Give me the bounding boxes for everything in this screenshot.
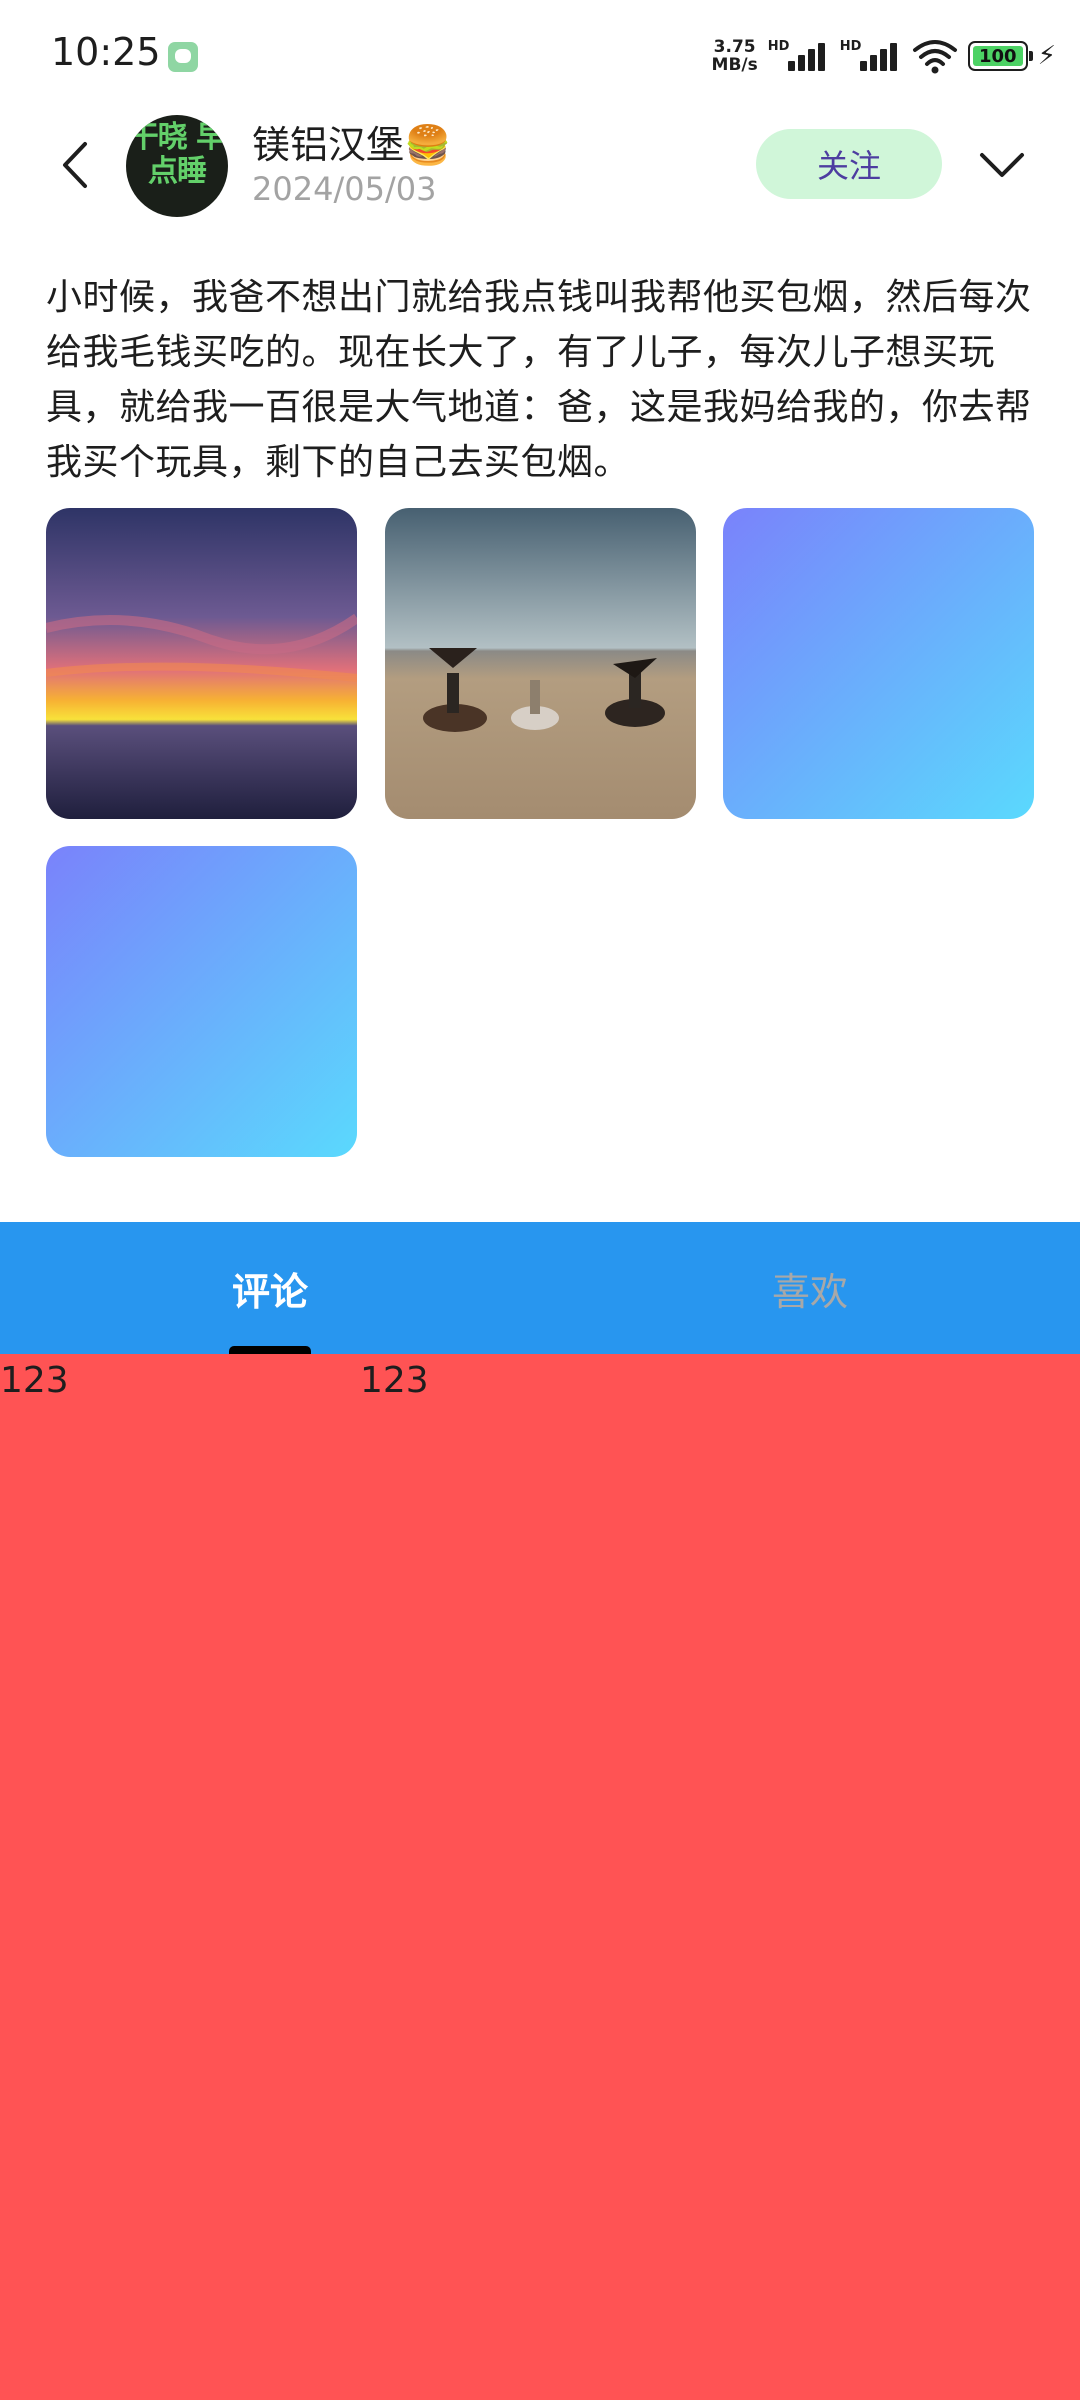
status-time: 10:25 (51, 30, 161, 74)
network-speed-unit: MB/s (711, 55, 758, 75)
user-name[interactable]: 镁铝汉堡🍔 (252, 114, 451, 169)
post-image-desert-riders[interactable] (385, 508, 696, 819)
wifi-icon (912, 40, 957, 74)
post-image-gradient-placeholder[interactable] (46, 846, 357, 1157)
back-arrow-icon[interactable] (55, 140, 95, 190)
post-image-gradient-placeholder[interactable] (723, 508, 1034, 819)
charging-icon: ⚡ (1037, 41, 1056, 71)
avatar[interactable]: 干晓 早点睡 (126, 115, 228, 217)
post-image-sunset[interactable] (46, 508, 357, 819)
signal-icon-1: HD (768, 39, 830, 73)
network-speed: 3.75 MB/s (712, 38, 758, 74)
sim1-hd-label: HD (767, 39, 790, 54)
status-indicators: 3.75 MB/s HD HD 100 ⚡ (712, 36, 1056, 76)
status-bar: 10:25 3.75 MB/s HD HD 100 ⚡ (0, 0, 1080, 110)
tab-comments[interactable]: 评论 (0, 1222, 540, 1354)
tab-likes[interactable]: 喜欢 (540, 1222, 1080, 1354)
comments-content: 123 123 (0, 1354, 1080, 2400)
signal-icon-2: HD (840, 39, 902, 73)
post-date: 2024/05/03 (252, 170, 437, 208)
battery-level: 100 (978, 45, 1017, 67)
avatar-text: 干晓 早点睡 (128, 120, 226, 189)
chevron-down-icon[interactable] (978, 150, 1026, 180)
network-speed-value: 3.75 (713, 37, 756, 57)
tab-bar: 评论 喜欢 (0, 1222, 1080, 1354)
follow-button[interactable]: 关注 (756, 129, 942, 199)
app-notification-icon (168, 42, 198, 72)
battery-icon: 100 (967, 41, 1033, 71)
sim2-hd-label: HD (839, 39, 862, 54)
post-header: 干晓 早点睡 镁铝汉堡🍔 2024/05/03 关注 (0, 110, 1080, 220)
post-content: 小时候，我爸不想出门就给我点钱叫我帮他买包烟，然后每次给我毛钱买吃的。现在长大了… (46, 277, 1032, 483)
list-item: 123 (360, 1360, 429, 1401)
list-item: 123 (0, 1360, 69, 1401)
